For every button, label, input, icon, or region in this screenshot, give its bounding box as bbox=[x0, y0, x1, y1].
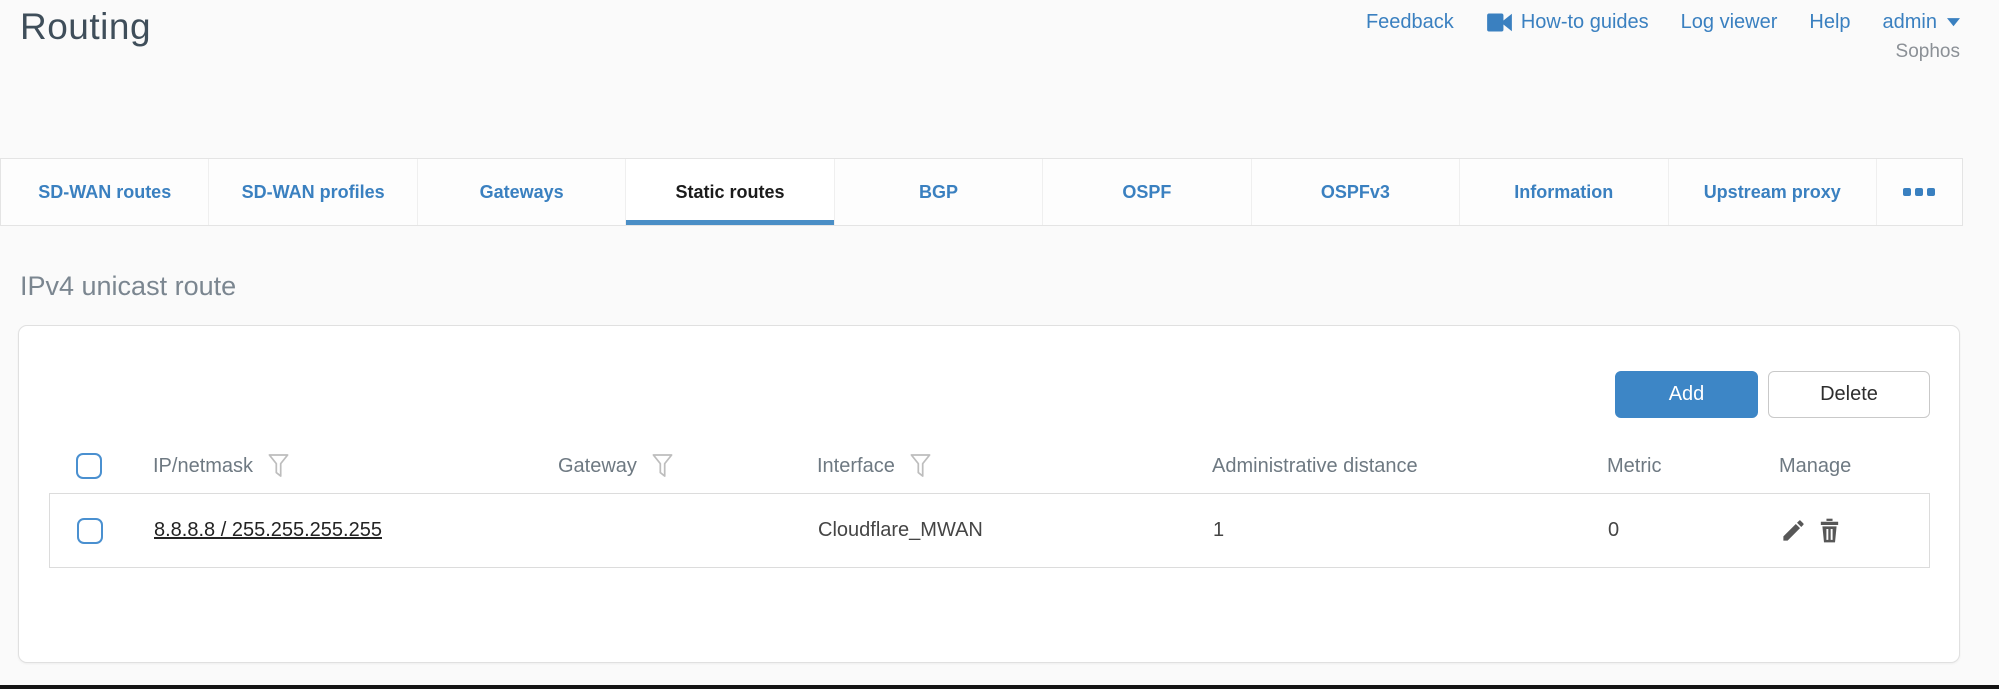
video-camera-icon bbox=[1486, 12, 1513, 33]
row-admin-distance-cell: 1 bbox=[1213, 519, 1608, 542]
page-title: Routing bbox=[20, 6, 151, 48]
column-header-ip-netmask: IP/netmask bbox=[153, 452, 558, 480]
ellipsis-icon bbox=[1903, 188, 1911, 196]
routing-page: Routing Feedback How-to guides Log viewe… bbox=[0, 0, 1999, 689]
feedback-link[interactable]: Feedback bbox=[1366, 11, 1454, 34]
more-tabs-button[interactable] bbox=[1877, 159, 1962, 225]
howto-guides-link[interactable]: How-to guides bbox=[1486, 11, 1649, 34]
brand-label: Sophos bbox=[1366, 41, 1960, 63]
top-navigation: Feedback How-to guides Log viewer Help a… bbox=[1366, 11, 1960, 63]
delete-button[interactable]: Delete bbox=[1768, 371, 1930, 418]
row-checkbox-cell bbox=[77, 518, 154, 544]
tab-bgp[interactable]: BGP bbox=[835, 159, 1043, 225]
tab-sdwan-profiles[interactable]: SD-WAN profiles bbox=[209, 159, 417, 225]
tab-ospf[interactable]: OSPF bbox=[1043, 159, 1251, 225]
row-ip-netmask-cell: 8.8.8.8 / 255.255.255.255 bbox=[154, 519, 559, 542]
help-label: Help bbox=[1809, 11, 1850, 34]
header-checkbox-cell bbox=[76, 453, 153, 479]
routing-tabbar: SD-WAN routes SD-WAN profiles Gateways S… bbox=[0, 158, 1963, 226]
chevron-down-icon bbox=[1945, 18, 1960, 27]
table-header-row: IP/netmask Gateway Interface bbox=[49, 441, 1930, 491]
select-all-checkbox[interactable] bbox=[76, 453, 102, 479]
row-manage-cell bbox=[1780, 517, 1929, 544]
add-button[interactable]: Add bbox=[1615, 371, 1758, 418]
log-viewer-link[interactable]: Log viewer bbox=[1681, 11, 1778, 34]
column-header-interface: Interface bbox=[817, 452, 1212, 480]
howto-guides-label: How-to guides bbox=[1521, 11, 1649, 34]
trash-icon[interactable] bbox=[1816, 517, 1843, 544]
funnel-icon[interactable] bbox=[267, 452, 290, 480]
pencil-icon[interactable] bbox=[1780, 517, 1807, 544]
tab-information[interactable]: Information bbox=[1460, 159, 1668, 225]
column-header-manage: Manage bbox=[1779, 455, 1930, 478]
tab-sdwan-routes[interactable]: SD-WAN routes bbox=[1, 159, 209, 225]
table-toolbar: Add Delete bbox=[1615, 371, 1930, 418]
row-interface-cell: Cloudflare_MWAN bbox=[818, 519, 1213, 542]
column-header-admin-distance: Administrative distance bbox=[1212, 455, 1607, 478]
column-header-metric: Metric bbox=[1607, 455, 1779, 478]
feedback-label: Feedback bbox=[1366, 11, 1454, 34]
table-row: 8.8.8.8 / 255.255.255.255 Cloudflare_MWA… bbox=[49, 493, 1930, 568]
tab-gateways[interactable]: Gateways bbox=[418, 159, 626, 225]
ellipsis-icon bbox=[1915, 188, 1923, 196]
row-metric-cell: 0 bbox=[1608, 519, 1780, 542]
row-checkbox[interactable] bbox=[77, 518, 103, 544]
gateway-header-label: Gateway bbox=[558, 455, 637, 478]
ipv4-unicast-route-panel: Add Delete IP/netmask Gateway bbox=[18, 325, 1960, 663]
column-header-gateway: Gateway bbox=[558, 452, 817, 480]
top-links: Feedback How-to guides Log viewer Help a… bbox=[1366, 11, 1960, 34]
section-heading: IPv4 unicast route bbox=[20, 271, 236, 302]
ip-netmask-link[interactable]: 8.8.8.8 / 255.255.255.255 bbox=[154, 519, 382, 542]
funnel-icon[interactable] bbox=[651, 452, 674, 480]
help-link[interactable]: Help bbox=[1809, 11, 1850, 34]
admin-label: admin bbox=[1883, 11, 1937, 34]
log-viewer-label: Log viewer bbox=[1681, 11, 1778, 34]
ip-netmask-header-label: IP/netmask bbox=[153, 455, 253, 478]
tab-ospfv3[interactable]: OSPFv3 bbox=[1252, 159, 1460, 225]
ellipsis-icon bbox=[1927, 188, 1935, 196]
tab-static-routes[interactable]: Static routes bbox=[626, 159, 834, 225]
tab-upstream-proxy[interactable]: Upstream proxy bbox=[1669, 159, 1877, 225]
admin-menu[interactable]: admin bbox=[1883, 11, 1960, 34]
funnel-icon[interactable] bbox=[909, 452, 932, 480]
interface-header-label: Interface bbox=[817, 455, 895, 478]
window-bottom-edge bbox=[0, 685, 1999, 689]
